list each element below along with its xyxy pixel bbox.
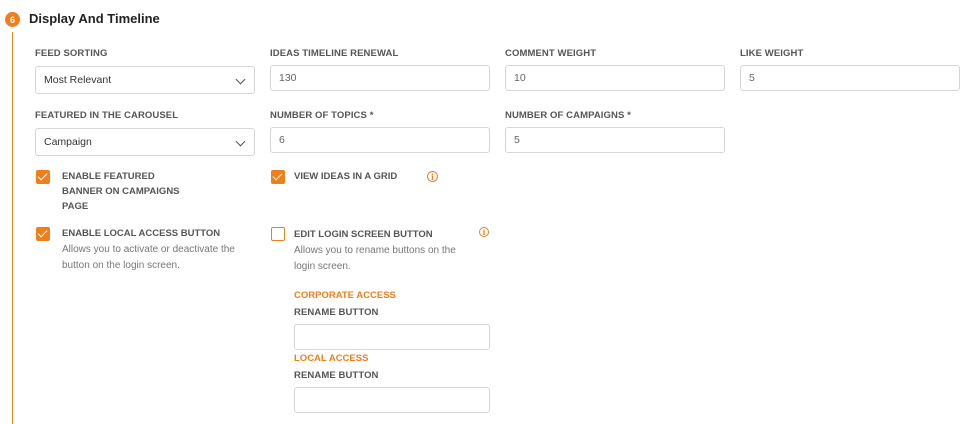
number-of-topics-input[interactable]: 6: [270, 127, 490, 153]
enable-featured-banner-checkbox[interactable]: [36, 170, 50, 184]
enable-local-access-desc-line2: button on the login screen.: [62, 260, 180, 271]
info-icon[interactable]: i: [427, 171, 438, 182]
timeline-line: [12, 32, 13, 424]
edit-login-screen-desc-line1: Allows you to rename buttons on the: [294, 245, 456, 256]
enable-local-access-description: Allows you to activate or deactivate the…: [62, 242, 235, 274]
comment-weight-label: COMMENT WEIGHT: [505, 48, 597, 59]
chevron-down-icon: [235, 136, 246, 147]
chevron-down-icon: [235, 74, 246, 85]
enable-local-access-checkbox[interactable]: [36, 227, 50, 241]
enable-local-access-desc-line1: Allows you to activate or deactivate the: [62, 244, 235, 255]
corporate-access-heading: CORPORATE ACCESS: [294, 290, 396, 301]
edit-login-screen-description: Allows you to rename buttons on the logi…: [294, 243, 456, 275]
number-of-campaigns-input[interactable]: 5: [505, 127, 725, 153]
edit-login-screen-desc-line2: login screen.: [294, 261, 351, 272]
like-weight-input[interactable]: 5: [740, 65, 960, 91]
featured-carousel-value: Campaign: [44, 136, 92, 148]
featured-carousel-label: FEATURED IN THE CAROUSEL: [35, 110, 179, 121]
number-of-campaigns-value: 5: [514, 134, 520, 146]
feed-sorting-value: Most Relevant: [44, 74, 112, 86]
enable-featured-banner-label-line2: BANNER ON CAMPAIGNS: [62, 186, 180, 197]
edit-login-screen-label: EDIT LOGIN SCREEN BUTTON: [294, 229, 433, 240]
corporate-rename-button-input[interactable]: [294, 324, 490, 350]
ideas-timeline-renewal-label: IDEAS TIMELINE RENEWAL: [270, 48, 399, 59]
view-ideas-grid-label: VIEW IDEAS IN A GRID: [294, 171, 398, 182]
section-title: Display And Timeline: [29, 11, 160, 26]
info-icon[interactable]: i: [479, 227, 489, 237]
local-access-heading: LOCAL ACCESS: [294, 353, 369, 364]
comment-weight-value: 10: [514, 72, 526, 84]
step-number-badge: 6: [5, 12, 20, 27]
feed-sorting-select[interactable]: Most Relevant: [35, 66, 255, 94]
ideas-timeline-renewal-value: 130: [279, 72, 297, 84]
like-weight-value: 5: [749, 72, 755, 84]
enable-featured-banner-label-line3: PAGE: [62, 201, 89, 212]
local-rename-button-label: RENAME BUTTON: [294, 370, 379, 381]
like-weight-label: LIKE WEIGHT: [740, 48, 804, 59]
enable-featured-banner-label-line1: ENABLE FEATURED: [62, 171, 155, 182]
enable-local-access-label: ENABLE LOCAL ACCESS BUTTON: [62, 228, 221, 239]
number-of-topics-label: NUMBER OF TOPICS *: [270, 110, 374, 121]
featured-carousel-select[interactable]: Campaign: [35, 128, 255, 156]
enable-featured-banner-label: ENABLE FEATURED BANNER ON CAMPAIGNS PAGE: [62, 169, 180, 214]
local-rename-button-input[interactable]: [294, 387, 490, 413]
number-of-campaigns-label: NUMBER OF CAMPAIGNS *: [505, 110, 631, 121]
number-of-topics-value: 6: [279, 134, 285, 146]
view-ideas-grid-checkbox[interactable]: [271, 170, 285, 184]
corporate-rename-button-label: RENAME BUTTON: [294, 307, 379, 318]
edit-login-screen-checkbox[interactable]: [271, 227, 285, 241]
feed-sorting-label: FEED SORTING: [35, 48, 108, 59]
comment-weight-input[interactable]: 10: [505, 65, 725, 91]
ideas-timeline-renewal-input[interactable]: 130: [270, 65, 490, 91]
